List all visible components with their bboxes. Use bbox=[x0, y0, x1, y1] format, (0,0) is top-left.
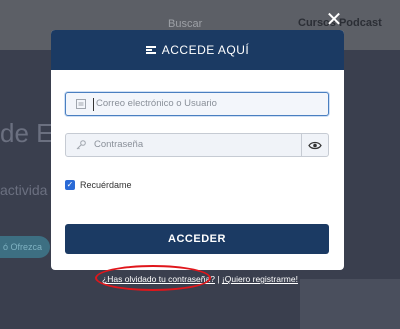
remember-me[interactable]: ✓ Recuérdame bbox=[65, 180, 132, 190]
background-subline: activida bbox=[0, 182, 48, 198]
background-image bbox=[300, 279, 400, 329]
background-pill: ó Ofrezca bbox=[0, 236, 50, 258]
login-modal: ACCEDE AQUÍ Correo electrónico o Usuario… bbox=[51, 30, 344, 270]
background-search: Buscar bbox=[168, 18, 203, 30]
register-link[interactable]: ¡Quiero registrarme! bbox=[222, 274, 298, 284]
highlight-annotation bbox=[95, 265, 211, 291]
user-icon bbox=[76, 99, 86, 109]
check-icon[interactable]: ✓ bbox=[65, 180, 75, 190]
email-field[interactable]: Correo electrónico o Usuario bbox=[65, 92, 329, 116]
remember-label: Recuérdame bbox=[80, 180, 132, 190]
modal-header: ACCEDE AQUÍ bbox=[51, 30, 344, 70]
modal-title: ACCEDE AQUÍ bbox=[161, 43, 250, 57]
login-icon bbox=[145, 46, 156, 54]
eye-icon bbox=[308, 141, 322, 149]
email-placeholder: Correo electrónico o Usuario bbox=[96, 98, 217, 109]
password-placeholder: Contraseña bbox=[94, 139, 144, 150]
password-field[interactable]: Contraseña bbox=[65, 133, 329, 157]
key-icon bbox=[76, 140, 86, 150]
submit-button[interactable]: ACCEDER bbox=[65, 224, 329, 254]
text-caret bbox=[93, 98, 94, 111]
show-password-button[interactable] bbox=[301, 134, 328, 156]
close-icon[interactable]: ✕ bbox=[324, 10, 344, 30]
link-separator: | bbox=[214, 274, 222, 284]
